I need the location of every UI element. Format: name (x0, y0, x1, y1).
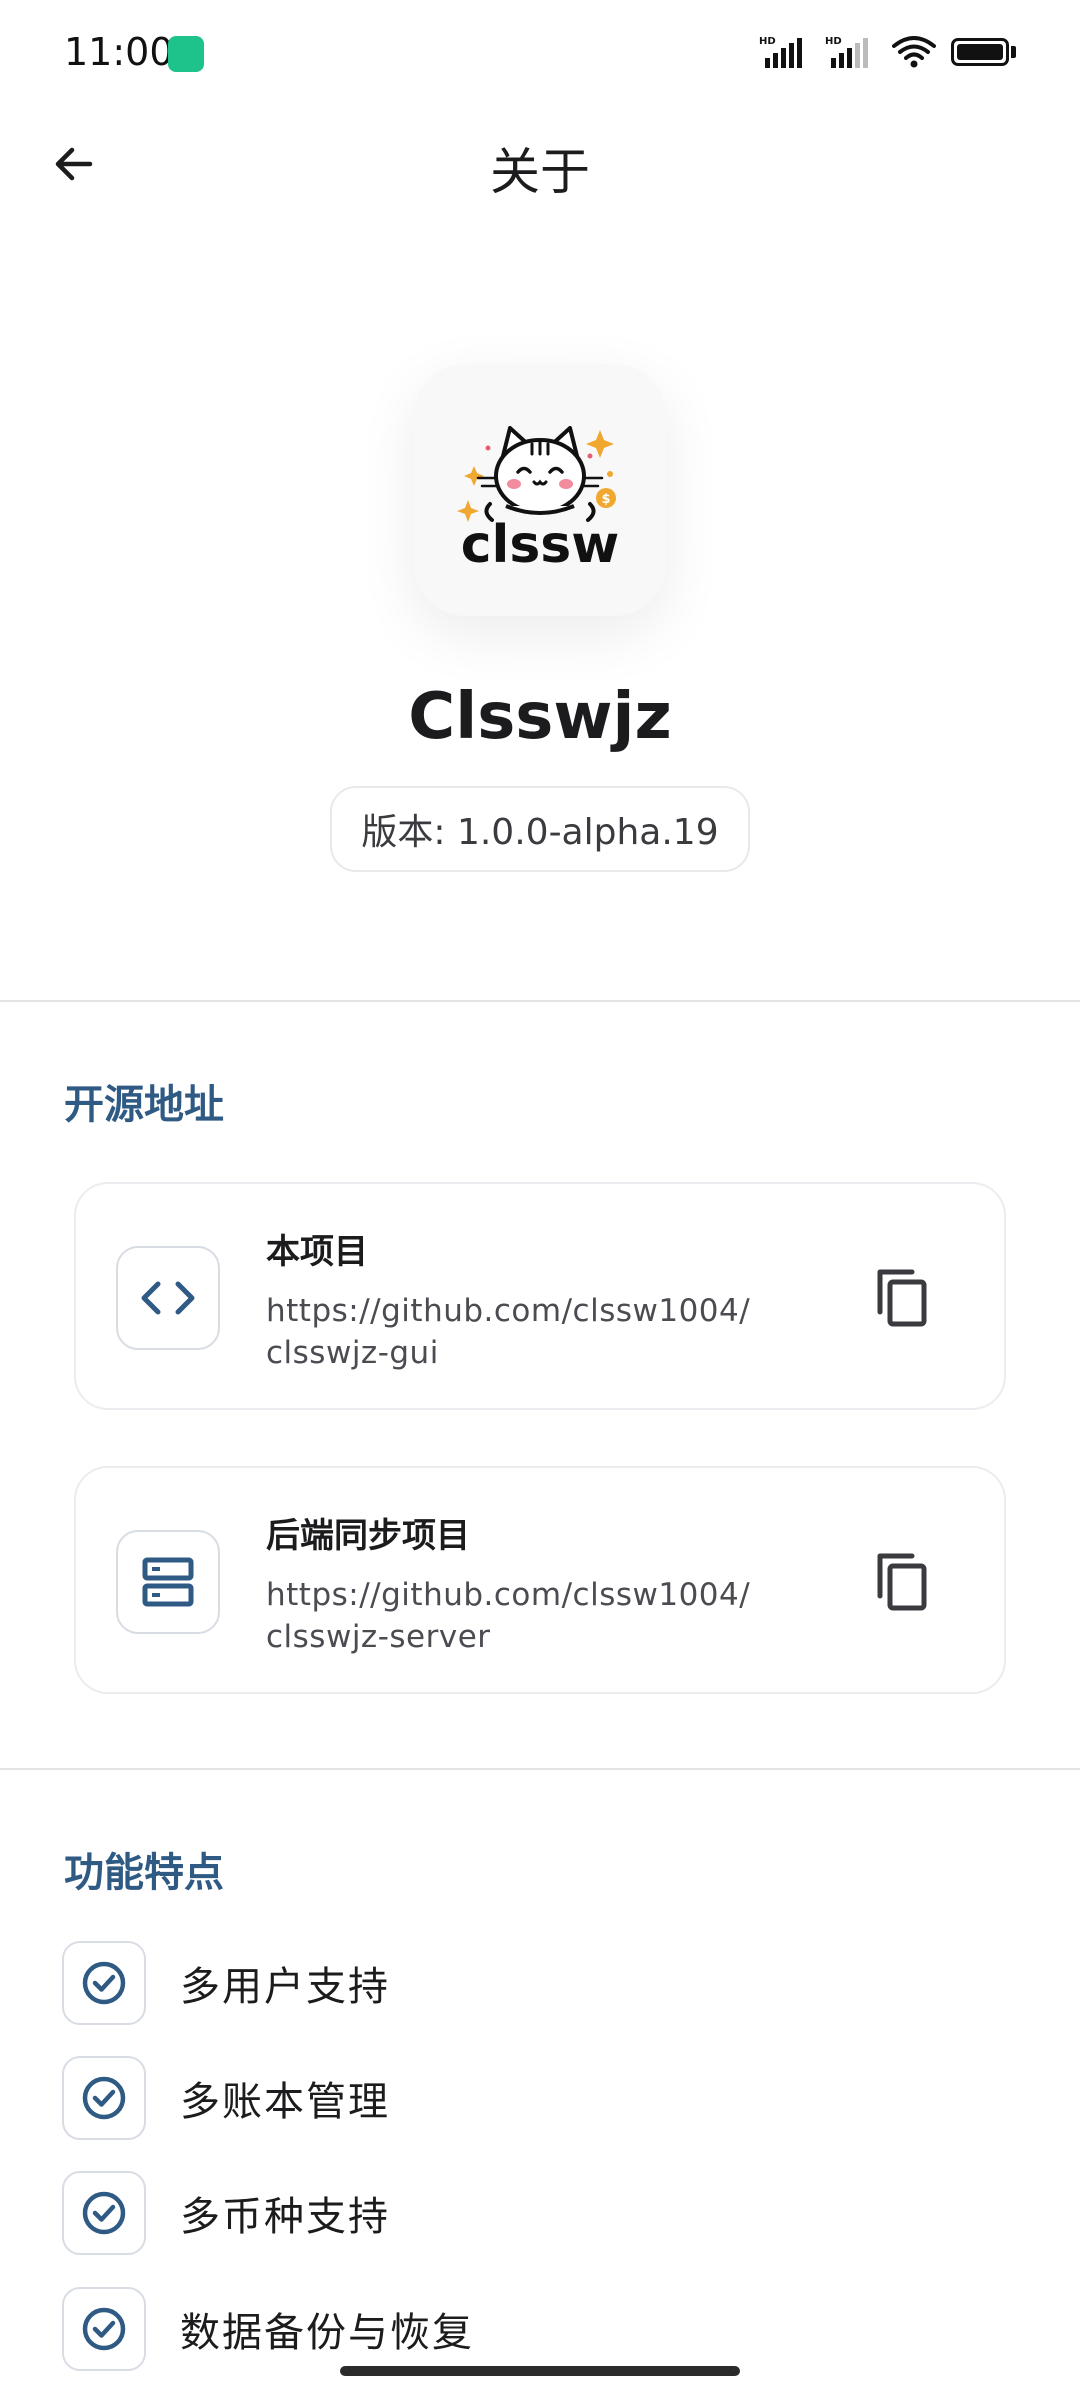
repo-name: 本项目 (266, 1232, 368, 1272)
about-page: 11:00 HD HD 关于 $ clssw Clsswjz 版本: 1.0.0… (0, 0, 1080, 2400)
hd-signal-icon: HD (825, 36, 868, 68)
feature-label: 多账本管理 (180, 2079, 390, 2125)
feature-check-box (62, 2171, 146, 2255)
svg-text:$: $ (601, 492, 610, 507)
feature-item: 多用户支持 (62, 1940, 862, 2026)
repo-icon-box (116, 1246, 220, 1350)
repo-url: https://github.com/clssw1004/ clsswjz-se… (266, 1574, 786, 1658)
feature-item: 多账本管理 (62, 2055, 862, 2141)
svg-text:HD: HD (825, 36, 842, 47)
app-logo: $ clssw (414, 364, 666, 616)
repo-card-gui[interactable]: 本项目 https://github.com/clssw1004/ clsswj… (74, 1182, 1006, 1410)
code-icon (141, 1281, 195, 1315)
page-title: 关于 (490, 143, 590, 201)
battery-icon (951, 38, 1009, 66)
repo-url: https://github.com/clssw1004/ clsswjz-gu… (266, 1290, 786, 1374)
repo-url-line: https://github.com/clssw1004/ (266, 1577, 751, 1613)
status-bar: 11:00 HD HD (0, 0, 1080, 106)
status-time: 11:00 (64, 30, 174, 74)
feature-label: 数据备份与恢复 (180, 2310, 474, 2356)
check-circle-icon (82, 2307, 126, 2351)
repo-url-line: https://github.com/clssw1004/ (266, 1293, 751, 1329)
hd-signal-icon: HD (759, 36, 802, 68)
check-circle-icon (82, 1961, 126, 2005)
home-indicator[interactable] (340, 2366, 740, 2376)
feature-item: 数据备份与恢复 (62, 2286, 862, 2372)
feature-label: 多币种支持 (180, 2194, 390, 2240)
repo-url-line: clsswjz-server (266, 1619, 491, 1655)
logo-text: clssw (461, 515, 620, 575)
check-circle-icon (82, 2191, 126, 2235)
copy-button[interactable] (862, 1542, 942, 1622)
repo-card-server[interactable]: 后端同步项目 https://github.com/clssw1004/ cls… (74, 1466, 1006, 1694)
wifi-icon (892, 36, 936, 68)
copy-icon (877, 1553, 927, 1611)
app-bar: 关于 (0, 106, 1080, 226)
check-circle-icon (82, 2076, 126, 2120)
status-indicators: HD HD (759, 34, 1016, 70)
cat-logo-icon: $ clssw (457, 426, 620, 575)
copy-icon (877, 1269, 927, 1327)
features-section-title: 功能特点 (64, 1850, 224, 1896)
divider (0, 1768, 1080, 1770)
version-badge: 版本: 1.0.0-alpha.19 (330, 786, 750, 872)
server-icon (142, 1557, 194, 1607)
battery-cap (1011, 46, 1016, 58)
feature-check-box (62, 2287, 146, 2371)
app-name: Clsswjz (408, 680, 672, 754)
repo-url-line: clsswjz-gui (266, 1335, 439, 1371)
divider (0, 1000, 1080, 1002)
feature-check-box (62, 2056, 146, 2140)
repo-icon-box (116, 1530, 220, 1634)
feature-item: 多币种支持 (62, 2170, 862, 2256)
open-source-section-title: 开源地址 (64, 1082, 224, 1128)
copy-button[interactable] (862, 1258, 942, 1338)
feature-label: 多用户支持 (180, 1964, 390, 2010)
app-notification-icon (168, 36, 204, 72)
feature-check-box (62, 1941, 146, 2025)
svg-text:HD: HD (759, 36, 776, 47)
repo-name: 后端同步项目 (266, 1516, 470, 1556)
